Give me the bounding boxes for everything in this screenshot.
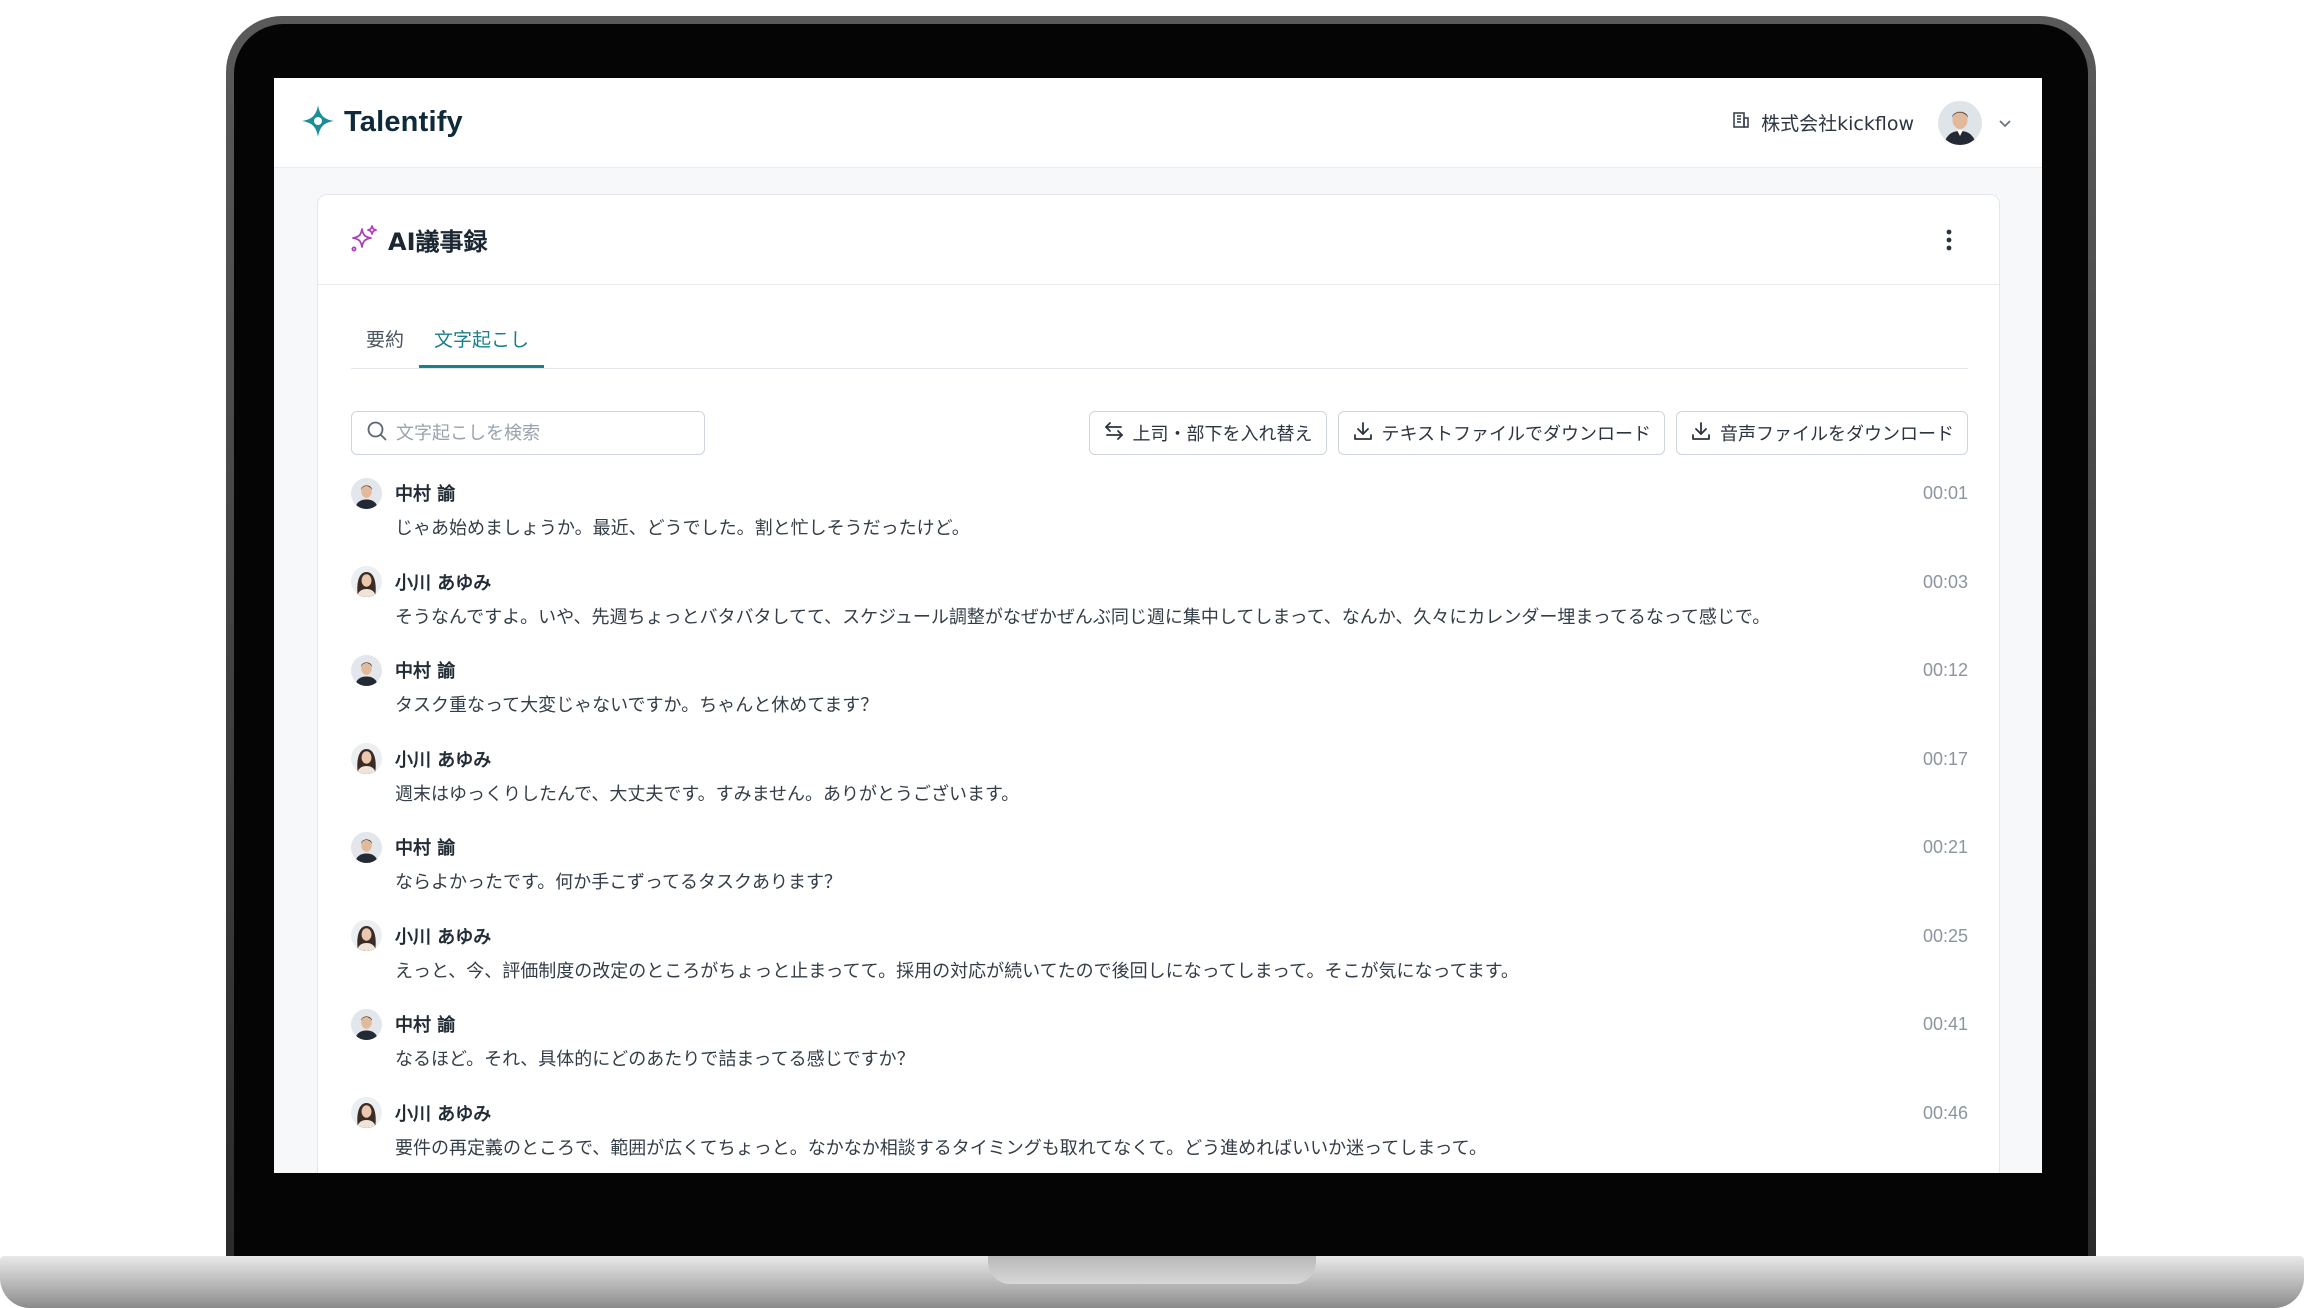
speaker-name: 小川 あゆみ (395, 1103, 492, 1125)
avatar-male (351, 831, 382, 863)
speaker-name: 中村 諭 (395, 1015, 456, 1036)
tab-summary[interactable]: 要約 (351, 320, 419, 368)
utterance-text: 週末はゆっくりしたんで、大丈夫です。すみません。ありがとうございます。 (395, 783, 1020, 805)
timestamp[interactable]: 00:25 (1923, 926, 1968, 947)
app-header: Talentify 株式会社kickflow (274, 78, 2042, 168)
more-options-icon[interactable] (1933, 224, 1965, 256)
swap-roles-label: 上司・部下を入れ替え (1132, 424, 1313, 445)
timestamp[interactable]: 00:03 (1923, 572, 1968, 593)
transcript-entry: 小川 あゆみ 00:03 そうなんですよ。いや、先週ちょっとバタバタしてて、スケ… (351, 566, 1968, 655)
download-audio-label: 音声ファイルをダウンロード (1720, 424, 1954, 445)
card-title: AI議事録 (388, 228, 488, 256)
search-input[interactable] (396, 422, 686, 444)
utterance-text: えっと、今、評価制度の改定のところがちょっと止まってて。採用の対応が続いてたので… (395, 960, 1519, 982)
speaker-name: 小川 あゆみ (395, 749, 492, 771)
timestamp[interactable]: 00:12 (1923, 660, 1968, 681)
transcript-toolbar: 上司・部下を入れ替え テキストファイルでダウンロード (351, 411, 1968, 455)
card-header: AI議事録 (318, 195, 1999, 285)
timestamp[interactable]: 00:17 (1923, 749, 1968, 770)
avatar-female (351, 566, 382, 597)
ai-minutes-card: AI議事録 要約 文字起こし 文字起こしを検索 上司・部下を入れ替え テキストフ… (317, 194, 2000, 1173)
chevron-down-icon[interactable] (1994, 112, 2016, 134)
transcript-list: 中村 諭 00:01 じゃあ始めましょうか。最近、どうでした。割と忙しそうだった… (351, 477, 1968, 1173)
laptop-base-notch (988, 1256, 1316, 1284)
transcript-entry: 中村 諭 00:12 タスク重なって大変じゃないですか。ちゃんと休めてます？ (351, 654, 1968, 743)
speaker-name: 中村 諭 (395, 484, 456, 505)
sparkle-icon (350, 224, 378, 256)
search-box[interactable] (351, 411, 705, 455)
speaker-name: 小川 あゆみ (395, 572, 492, 594)
speaker-name: 小川 あゆみ (395, 926, 492, 948)
download-audio-button[interactable]: 音声ファイルをダウンロード (1676, 411, 1968, 455)
transcript-entry: 中村 諭 00:01 じゃあ始めましょうか。最近、どうでした。割と忙しそうだった… (351, 477, 1968, 566)
utterance-text: 要件の再定義のところで、範囲が広くてちょっと。なかなか相談するタイミングも取れて… (395, 1137, 1488, 1159)
brand-name: Talentify (344, 106, 463, 138)
utterance-text: ならよかったです。何か手こずってるタスクあります？ (395, 872, 842, 893)
avatar-male (351, 654, 382, 686)
timestamp[interactable]: 00:01 (1923, 483, 1968, 504)
timestamp[interactable]: 00:46 (1923, 1103, 1968, 1124)
transcript-entry: 中村 諭 00:41 なるほど。それ、具体的にどのあたりで詰まってる感じですか？ (351, 1008, 1968, 1097)
swap-arrows-icon (1103, 420, 1125, 447)
tab-transcript[interactable]: 文字起こし (419, 320, 545, 368)
download-icon (1352, 420, 1374, 447)
company-switcher[interactable]: 株式会社kickflow (1731, 109, 1914, 136)
avatar-female (351, 920, 382, 951)
download-text-label: テキストファイルでダウンロード (1381, 424, 1651, 445)
download-icon (1690, 420, 1712, 447)
timestamp[interactable]: 00:21 (1923, 837, 1968, 858)
avatar-female (351, 743, 382, 774)
utterance-text: そうなんですよ。いや、先週ちょっとバタバタしてて、スケジュール調整がなぜかぜんぶ… (395, 606, 1771, 628)
swap-roles-button[interactable]: 上司・部下を入れ替え (1088, 411, 1327, 455)
user-avatar[interactable] (1938, 100, 1982, 145)
building-icon (1731, 110, 1751, 135)
utterance-text: なるほど。それ、具体的にどのあたりで詰まってる感じですか？ (395, 1049, 915, 1070)
download-text-button[interactable]: テキストファイルでダウンロード (1337, 411, 1665, 455)
utterance-text: じゃあ始めましょうか。最近、どうでした。割と忙しそうだったけど。 (395, 518, 970, 539)
tab-bar: 要約 文字起こし (351, 321, 1968, 369)
avatar-male (351, 1008, 382, 1040)
utterance-text: タスク重なって大変じゃないですか。ちゃんと休めてます？ (395, 695, 879, 716)
timestamp[interactable]: 00:41 (1923, 1014, 1968, 1035)
avatar-female (351, 1097, 382, 1128)
brand[interactable]: Talentify (300, 103, 463, 143)
speaker-name: 中村 諭 (395, 838, 456, 859)
speaker-name: 中村 諭 (395, 661, 456, 682)
transcript-entry: 小川 あゆみ 00:46 要件の再定義のところで、範囲が広くてちょっと。なかなか… (351, 1097, 1968, 1174)
transcript-entry: 小川 あゆみ 00:17 週末はゆっくりしたんで、大丈夫です。すみません。ありが… (351, 743, 1968, 832)
talentify-logo-icon (300, 103, 336, 143)
transcript-entry: 中村 諭 00:21 ならよかったです。何か手こずってるタスクあります？ (351, 831, 1968, 920)
search-icon (366, 420, 388, 446)
laptop-screen: Talentify 株式会社kickflow AI議事録 要約 文字起こし 文字… (274, 78, 2042, 1173)
avatar-male (351, 477, 382, 509)
transcript-entry: 小川 あゆみ 00:25 えっと、今、評価制度の改定のところがちょっと止まってて… (351, 920, 1968, 1009)
company-name: 株式会社kickflow (1761, 113, 1914, 135)
